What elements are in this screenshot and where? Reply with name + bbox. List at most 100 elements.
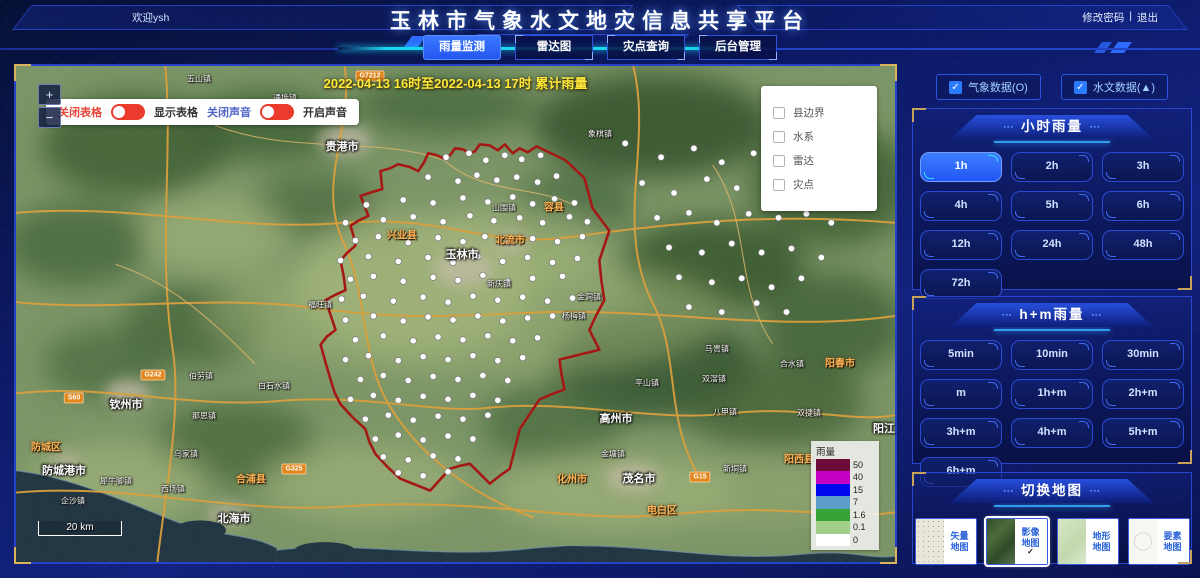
station-marker[interactable] — [474, 172, 480, 178]
station-marker[interactable] — [622, 140, 628, 146]
data-toggle-水文数据(▲)[interactable]: ✓水文数据(▲) — [1061, 74, 1168, 100]
station-marker[interactable] — [467, 213, 473, 219]
time-button-72h[interactable]: 72h — [920, 269, 1002, 299]
time-button-3h+m[interactable]: 3h+m — [920, 418, 1002, 448]
station-marker[interactable] — [425, 174, 431, 180]
station-marker[interactable] — [342, 356, 348, 362]
station-marker[interactable] — [495, 297, 501, 303]
station-marker[interactable] — [554, 238, 560, 244]
time-button-12h[interactable]: 12h — [920, 230, 1002, 260]
zoom-out-button[interactable]: − — [38, 107, 61, 128]
station-marker[interactable] — [470, 352, 476, 358]
station-marker[interactable] — [502, 152, 508, 158]
station-marker[interactable] — [775, 215, 781, 221]
time-button-6h[interactable]: 6h — [1102, 191, 1184, 221]
time-button-1h+m[interactable]: 1h+m — [1011, 379, 1093, 409]
station-marker[interactable] — [553, 173, 559, 179]
station-marker[interactable] — [709, 279, 715, 285]
station-marker[interactable] — [828, 220, 834, 226]
layer-checkbox-县边界[interactable]: 县边界 — [773, 105, 865, 120]
station-marker[interactable] — [470, 293, 476, 299]
station-marker[interactable] — [470, 392, 476, 398]
station-marker[interactable] — [400, 278, 406, 284]
tab-灾点查询[interactable]: 灾点查询 — [607, 35, 685, 60]
station-marker[interactable] — [520, 354, 526, 360]
checkbox-icon[interactable] — [773, 179, 785, 191]
station-marker[interactable] — [482, 233, 488, 239]
time-button-5min[interactable]: 5min — [920, 340, 1002, 370]
station-marker[interactable] — [445, 433, 451, 439]
station-marker[interactable] — [520, 294, 526, 300]
map-type-矢量地图[interactable]: 矢量地图 — [915, 518, 977, 565]
checkbox-icon[interactable]: ✓ — [1074, 81, 1087, 94]
time-button-4h+m[interactable]: 4h+m — [1011, 418, 1093, 448]
station-marker[interactable] — [524, 315, 530, 321]
station-marker[interactable] — [435, 413, 441, 419]
station-marker[interactable] — [734, 185, 740, 191]
layer-checkbox-灾点[interactable]: 灾点 — [773, 177, 865, 192]
station-marker[interactable] — [510, 338, 516, 344]
station-marker[interactable] — [380, 217, 386, 223]
station-marker[interactable] — [420, 353, 426, 359]
station-marker[interactable] — [666, 244, 672, 250]
station-marker[interactable] — [395, 470, 401, 476]
station-marker[interactable] — [566, 214, 572, 220]
station-marker[interactable] — [455, 376, 461, 382]
station-marker[interactable] — [491, 218, 497, 224]
station-marker[interactable] — [505, 377, 511, 383]
station-marker[interactable] — [480, 372, 486, 378]
station-marker[interactable] — [745, 211, 751, 217]
station-marker[interactable] — [470, 436, 476, 442]
station-marker[interactable] — [443, 154, 449, 160]
station-marker[interactable] — [357, 376, 363, 382]
station-marker[interactable] — [450, 259, 456, 265]
station-marker[interactable] — [460, 195, 466, 201]
station-marker[interactable] — [534, 179, 540, 185]
station-marker[interactable] — [445, 469, 451, 475]
station-marker[interactable] — [347, 276, 353, 282]
checkbox-icon[interactable] — [773, 107, 785, 119]
station-marker[interactable] — [385, 412, 391, 418]
station-marker[interactable] — [365, 253, 371, 259]
station-marker[interactable] — [347, 396, 353, 402]
station-marker[interactable] — [510, 194, 516, 200]
station-marker[interactable] — [400, 197, 406, 203]
station-marker[interactable] — [485, 333, 491, 339]
station-marker[interactable] — [420, 437, 426, 443]
station-marker[interactable] — [370, 392, 376, 398]
station-marker[interactable] — [539, 220, 545, 226]
station-marker[interactable] — [445, 356, 451, 362]
station-marker[interactable] — [691, 145, 697, 151]
station-marker[interactable] — [524, 254, 530, 260]
station-marker[interactable] — [435, 234, 441, 240]
station-marker[interactable] — [750, 150, 756, 156]
station-marker[interactable] — [475, 313, 481, 319]
station-marker[interactable] — [455, 277, 461, 283]
station-marker[interactable] — [574, 255, 580, 261]
station-marker[interactable] — [788, 245, 794, 251]
station-marker[interactable] — [420, 393, 426, 399]
station-marker[interactable] — [686, 210, 692, 216]
station-marker[interactable] — [529, 201, 535, 207]
station-marker[interactable] — [338, 296, 344, 302]
station-marker[interactable] — [395, 258, 401, 264]
station-marker[interactable] — [500, 318, 506, 324]
station-marker[interactable] — [719, 159, 725, 165]
map-panel[interactable]: 贵港市玉林市钦州市防城港市北海市茂名市高州市阳江兴业县北流市容县合浦县化州市电白… — [14, 64, 897, 564]
station-marker[interactable] — [818, 254, 824, 260]
station-marker[interactable] — [430, 200, 436, 206]
station-marker[interactable] — [445, 299, 451, 305]
time-button-2h+m[interactable]: 2h+m — [1102, 379, 1184, 409]
station-marker[interactable] — [410, 214, 416, 220]
station-marker[interactable] — [579, 233, 585, 239]
station-marker[interactable] — [380, 454, 386, 460]
station-marker[interactable] — [342, 220, 348, 226]
tab-雷达图[interactable]: 雷达图 — [515, 35, 593, 60]
station-marker[interactable] — [410, 338, 416, 344]
station-marker[interactable] — [729, 240, 735, 246]
station-marker[interactable] — [430, 274, 436, 280]
station-marker[interactable] — [410, 417, 416, 423]
station-marker[interactable] — [445, 396, 451, 402]
station-marker[interactable] — [370, 273, 376, 279]
station-marker[interactable] — [505, 239, 511, 245]
